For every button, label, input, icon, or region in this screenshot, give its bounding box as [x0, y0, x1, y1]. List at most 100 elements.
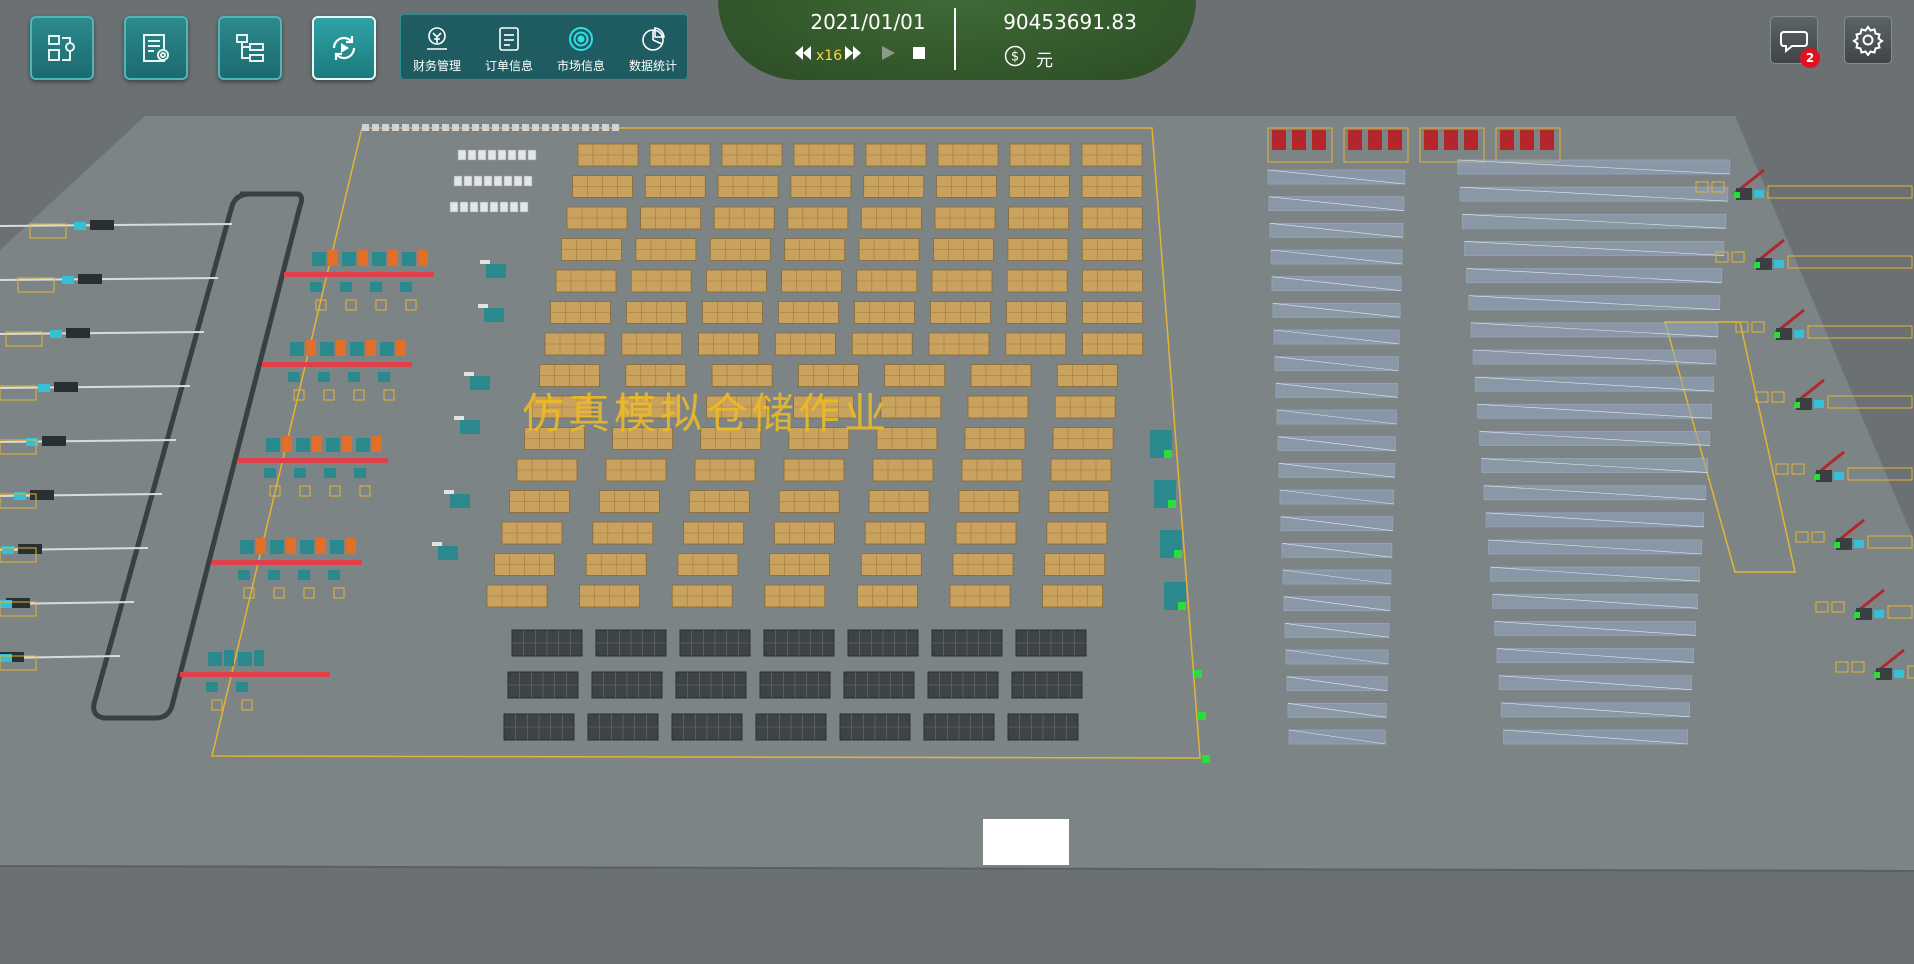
dock-light	[1894, 670, 1904, 678]
teal-station	[330, 540, 344, 554]
teal-station	[312, 252, 326, 266]
orange-station	[346, 538, 356, 554]
dock-light	[38, 384, 50, 392]
play-icon[interactable]	[880, 44, 896, 62]
order-icon	[499, 27, 519, 51]
menu-orders[interactable]: 订单信息	[473, 15, 545, 79]
stop-icon[interactable]	[912, 46, 926, 60]
strip-item	[452, 124, 459, 131]
fast-forward-icon[interactable]	[844, 44, 862, 62]
red-agv	[1424, 130, 1438, 150]
task-settings-button[interactable]	[124, 16, 188, 80]
white-crate	[487, 149, 497, 161]
orange-station	[306, 340, 316, 356]
scene-settings-button[interactable]	[30, 16, 94, 80]
menu-market[interactable]: 市场信息	[545, 15, 617, 79]
red-agv	[1292, 130, 1306, 150]
white-crate	[477, 149, 487, 161]
rewind-icon[interactable]	[794, 44, 812, 62]
dock-light	[14, 492, 26, 500]
strip-item	[362, 124, 369, 131]
simulation-play-button[interactable]	[312, 16, 376, 80]
dock-green	[1834, 542, 1840, 548]
orange-station	[388, 250, 398, 266]
strip-item	[402, 124, 409, 131]
dock-green	[1774, 332, 1780, 338]
gear-icon	[1852, 25, 1884, 56]
orange-station	[256, 538, 266, 554]
strip-item	[542, 124, 549, 131]
teal-station	[208, 652, 222, 666]
workstation-top	[444, 490, 454, 494]
red-agv	[1444, 130, 1458, 150]
red-conveyor	[238, 458, 388, 463]
dock-light	[1774, 260, 1784, 268]
strip-item	[612, 124, 619, 131]
teal-station	[310, 282, 322, 292]
structure-tree-button[interactable]	[218, 16, 282, 80]
workstation	[470, 376, 490, 390]
white-crate	[509, 201, 519, 213]
orange-station	[358, 250, 368, 266]
dock-unit	[54, 382, 78, 392]
dock-unit	[30, 490, 54, 500]
teal-station	[356, 438, 370, 452]
orange-station	[286, 538, 296, 554]
dock-light	[1854, 540, 1864, 548]
red-conveyor	[212, 560, 362, 565]
teal-station	[318, 372, 330, 382]
strip-item	[482, 124, 489, 131]
orange-station	[366, 340, 376, 356]
dock-green	[1874, 672, 1880, 678]
teal-station	[298, 570, 310, 580]
workstation	[438, 546, 458, 560]
orange-station	[342, 436, 352, 452]
workstation-top	[480, 260, 490, 264]
teal-station	[326, 438, 340, 452]
settings-button[interactable]	[1844, 16, 1892, 64]
finance-icon	[427, 27, 447, 50]
white-crate	[453, 175, 463, 187]
teal-station	[372, 252, 386, 266]
dock-light	[1814, 400, 1824, 408]
warehouse-scene	[0, 0, 1914, 964]
money-balance: 90453691.83	[1003, 10, 1137, 34]
teal-station	[238, 570, 250, 580]
market-icon	[569, 27, 593, 51]
currency-unit: 元	[1036, 51, 1053, 71]
dock-light	[1874, 610, 1884, 618]
main-menu-bar: 财务管理 订单信息 市场信息 数据统计	[400, 14, 688, 80]
teal-station	[320, 342, 334, 356]
dock-light	[1754, 190, 1764, 198]
dock-green	[1794, 402, 1800, 408]
dock-unit	[18, 544, 42, 554]
workstation	[460, 420, 480, 434]
white-crate	[523, 175, 533, 187]
teal-station	[324, 468, 336, 478]
white-crate	[463, 175, 473, 187]
dock-light	[62, 276, 74, 284]
strip-item	[462, 124, 469, 131]
teal-station	[350, 342, 364, 356]
strip-item	[422, 124, 429, 131]
orange-station	[418, 250, 428, 266]
orange-station	[336, 340, 346, 356]
strip-item	[512, 124, 519, 131]
teal-station	[348, 372, 360, 382]
dock-unit	[42, 436, 66, 446]
green-marker	[1198, 712, 1206, 720]
svg-text:$: $	[1011, 50, 1019, 65]
menu-finance[interactable]: 财务管理	[401, 15, 473, 79]
orange-station	[316, 538, 326, 554]
strip-item	[552, 124, 559, 131]
teal-station	[380, 342, 394, 356]
teal-station	[264, 468, 276, 478]
white-crate	[493, 175, 503, 187]
strip-item	[562, 124, 569, 131]
strip-item	[472, 124, 479, 131]
menu-statistics[interactable]: 数据统计	[617, 15, 689, 79]
white-crate	[459, 201, 469, 213]
red-agv	[1272, 130, 1286, 150]
teal-station	[238, 652, 252, 666]
orange-station	[372, 436, 382, 452]
